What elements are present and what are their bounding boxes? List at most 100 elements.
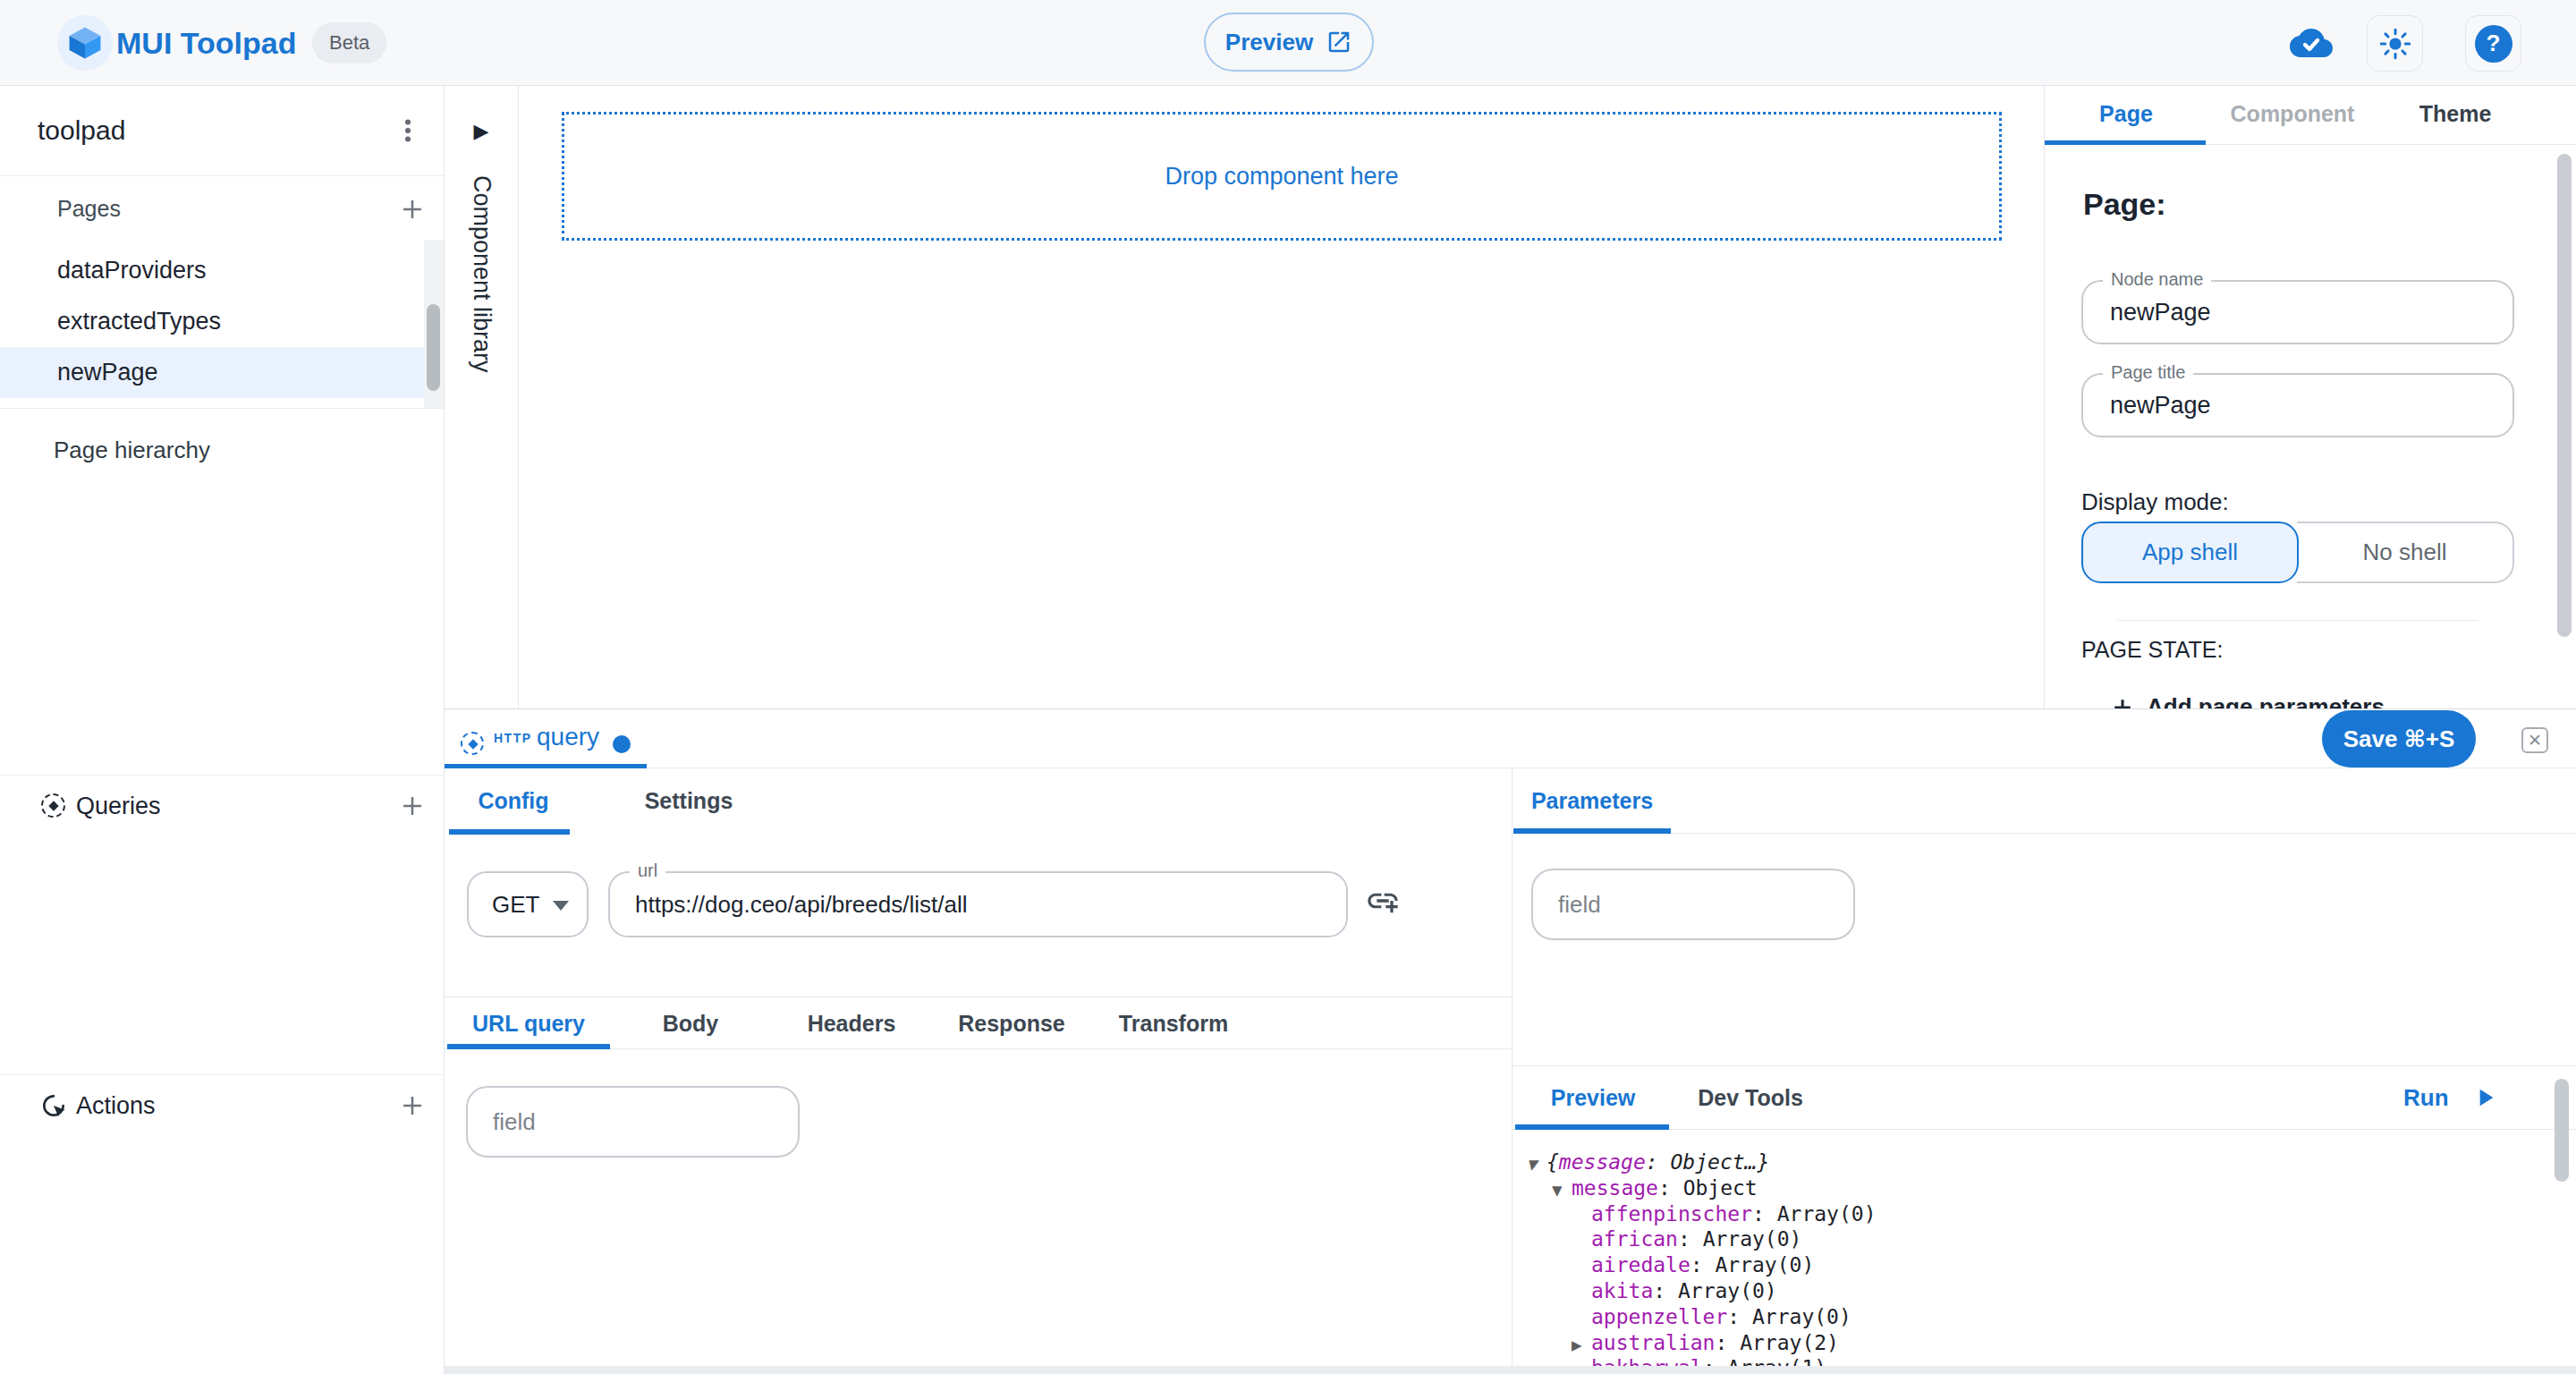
json-tree-line: appenzeller: Array(0) — [1512, 1304, 2549, 1330]
tab-settings[interactable]: Settings — [645, 768, 733, 834]
node-name-value[interactable]: newPage — [2110, 282, 2211, 343]
horizontal-scrollbar-track[interactable] — [445, 1366, 2576, 1374]
json-preview-tree[interactable]: ▼{message: Object…}▼message: Objectaffen… — [1512, 1149, 2549, 1374]
cloud-done-icon[interactable] — [2290, 25, 2333, 61]
tab-transform[interactable]: Transform — [1119, 997, 1228, 1049]
plus-icon — [2109, 694, 2136, 709]
no-shell-option[interactable]: No shell — [2297, 522, 2514, 583]
inspector-panel: Page Component Theme Page: Node name new… — [2044, 86, 2576, 708]
query-tab[interactable]: query — [537, 709, 599, 768]
inspector-tabs: Page Component Theme — [2045, 86, 2576, 145]
drop-hint-label: Drop component here — [1165, 163, 1398, 191]
component-library-label: Component library — [468, 175, 496, 373]
add-query-button[interactable] — [392, 785, 433, 827]
actions-icon — [39, 1091, 68, 1120]
json-key: appenzeller — [1591, 1305, 1727, 1328]
beta-badge: Beta — [312, 22, 386, 64]
json-key: message — [1572, 1176, 1658, 1200]
app-shell-option[interactable]: App shell — [2081, 522, 2299, 583]
run-label: Run — [2403, 1084, 2449, 1112]
json-tree-line: airedale: Array(0) — [1512, 1252, 2549, 1278]
app-title: MUI Toolpad — [116, 0, 296, 86]
add-page-parameters-button[interactable]: Add page parameters — [2109, 693, 2385, 708]
theme-mode-button[interactable] — [2367, 15, 2423, 72]
page-state-label: PAGE STATE: — [2081, 637, 2223, 663]
parameter-field-input[interactable]: field — [1531, 869, 1855, 940]
method-value: GET — [492, 873, 539, 936]
close-panel-button[interactable]: ✕ — [2521, 727, 2548, 753]
json-tree-line: african: Array(0) — [1512, 1226, 2549, 1252]
project-menu-button[interactable] — [386, 109, 429, 152]
divider — [2117, 620, 2479, 621]
pages-scrollbar-thumb[interactable] — [427, 304, 440, 391]
request-sub-tabs: URL query Body Headers Response Transfor… — [445, 997, 1512, 1049]
json-key: akita — [1591, 1279, 1653, 1302]
plus-icon — [397, 791, 428, 821]
json-key: affenpinscher — [1591, 1202, 1752, 1226]
inspector-scrollbar-thumb[interactable] — [2557, 154, 2572, 637]
tab-body[interactable]: Body — [663, 997, 719, 1049]
pages-scrollbar[interactable] — [424, 240, 444, 408]
sidebar: toolpad Pages dataProviders extractedTyp… — [0, 86, 445, 1374]
toolpad-logo-icon[interactable] — [68, 26, 102, 60]
json-key: australian — [1591, 1331, 1715, 1354]
collapse-icon[interactable]: ▼ — [1552, 1178, 1572, 1204]
add-link-icon[interactable] — [1365, 883, 1401, 919]
json-key: airedale — [1591, 1253, 1690, 1276]
json-tree-line: affenpinscher: Array(0) — [1512, 1201, 2549, 1227]
expand-icon[interactable]: ▶ — [1572, 1333, 1591, 1359]
collapse-icon[interactable]: ▼ — [1527, 1152, 1546, 1178]
tab-page[interactable]: Page — [2099, 86, 2153, 145]
light-mode-icon — [2379, 28, 2411, 60]
tab-preview[interactable]: Preview — [1551, 1066, 1636, 1130]
dropdown-caret-icon — [553, 901, 569, 911]
save-button[interactable]: Save ⌘+S — [2322, 710, 2476, 768]
tab-headers[interactable]: Headers — [808, 997, 896, 1049]
sidebar-item-dataProviders[interactable]: dataProviders — [0, 245, 424, 296]
json-tree-line[interactable]: ▶australian: Array(2) — [1512, 1330, 2549, 1356]
tab-dev-tools[interactable]: Dev Tools — [1698, 1066, 1803, 1130]
plus-icon — [397, 194, 428, 225]
url-field[interactable]: url https://dog.ceo/api/breeds/list/all — [608, 871, 1348, 937]
add-page-button[interactable] — [392, 189, 433, 230]
tab-theme[interactable]: Theme — [2419, 86, 2492, 145]
mui-toolpad-app: MUI Toolpad Beta Preview ? — [0, 0, 2576, 1374]
node-name-field[interactable]: Node name newPage — [2081, 280, 2514, 344]
component-library-panel[interactable]: ▶ Component library — [445, 86, 519, 708]
sidebar-item-extractedTypes[interactable]: extractedTypes — [0, 296, 424, 347]
sidebar-item-newPage[interactable]: newPage — [0, 347, 424, 398]
query-type-label: HTTP — [494, 709, 532, 768]
tab-component[interactable]: Component — [2231, 86, 2355, 145]
page-canvas: Drop component here — [519, 86, 2044, 708]
tab-url-query[interactable]: URL query — [472, 997, 585, 1049]
page-hierarchy-label[interactable]: Page hierarchy — [54, 426, 210, 474]
queries-section-header: Queries — [0, 775, 444, 837]
page-title-value[interactable]: newPage — [2110, 375, 2211, 436]
method-select[interactable]: GET — [467, 871, 589, 937]
page-title-field[interactable]: Page title newPage — [2081, 373, 2514, 437]
json-key: african — [1591, 1227, 1678, 1251]
tab-parameters[interactable]: Parameters — [1531, 768, 1653, 833]
actions-section-header: Actions — [0, 1074, 444, 1137]
add-page-parameters-label: Add page parameters — [2147, 693, 2385, 708]
field-placeholder: field — [1558, 870, 1601, 938]
json-tree-line[interactable]: ▼message: Object — [1512, 1175, 2549, 1201]
preview-button[interactable]: Preview — [1204, 13, 1374, 72]
tab-response[interactable]: Response — [958, 997, 1064, 1049]
kebab-menu-icon — [392, 114, 424, 147]
preview-scrollbar-thumb[interactable] — [2555, 1079, 2569, 1182]
run-button[interactable]: Run — [2403, 1065, 2499, 1130]
help-icon: ? — [2475, 25, 2512, 63]
actions-header-label: Actions — [76, 1074, 156, 1137]
expand-right-icon[interactable]: ▶ — [445, 120, 518, 143]
queries-icon — [41, 793, 65, 818]
app-bar: MUI Toolpad Beta Preview ? — [0, 0, 2576, 86]
preview-tab-indicator — [1515, 1124, 1669, 1130]
json-tree-line[interactable]: ▼{message: Object…} — [1512, 1149, 2549, 1175]
tab-config[interactable]: Config — [478, 768, 548, 834]
drop-zone[interactable]: Drop component here — [562, 112, 2002, 241]
url-query-field-input[interactable]: field — [466, 1086, 800, 1158]
add-action-button[interactable] — [392, 1085, 433, 1126]
help-button[interactable]: ? — [2465, 15, 2521, 72]
json-key: message — [1559, 1150, 1646, 1174]
